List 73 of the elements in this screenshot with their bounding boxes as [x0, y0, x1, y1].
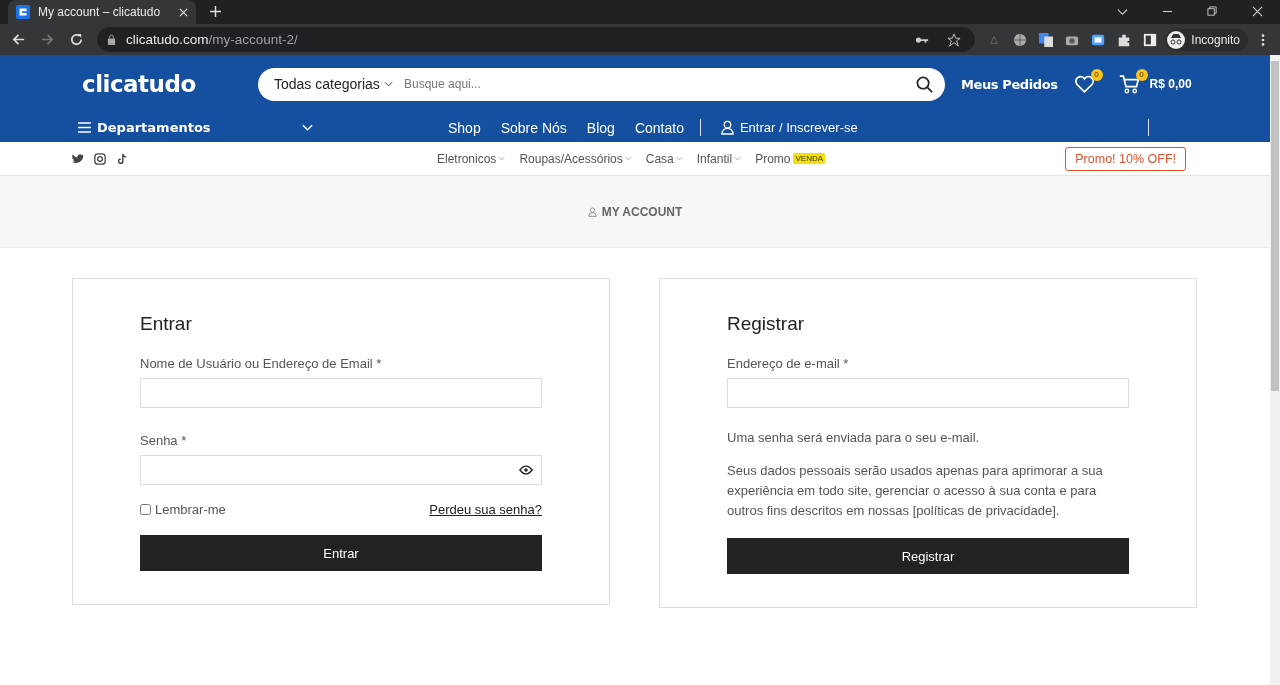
screen-icon[interactable]: [1091, 32, 1106, 47]
browser-tab[interactable]: My account – clicatudo: [8, 0, 196, 24]
password-field[interactable]: [140, 455, 542, 485]
sale-tag: VENDA: [793, 153, 826, 164]
cart-count: 0: [1135, 69, 1148, 81]
chevron-down-icon: [734, 156, 742, 161]
category-link[interactable]: Promo: [755, 151, 791, 166]
search-icon[interactable]: [916, 75, 933, 93]
nav-link[interactable]: Blog: [586, 119, 615, 136]
tiktok-icon[interactable]: [116, 152, 128, 165]
chevron-down-icon: [383, 81, 393, 87]
tab-title: My account – clicatudo: [38, 5, 161, 19]
incognito-icon: [1167, 30, 1186, 49]
puzzle-icon[interactable]: [1117, 32, 1132, 47]
category-select[interactable]: Todas categorias: [274, 76, 402, 92]
remember-checkbox[interactable]: [140, 504, 151, 515]
privacy-text: Seus dados pessoais serão usados apenas para aprimorar a sua experiência em todo site, gerenciar o acesso à sua conta e para outros fins descritos em nossas [políticas de privacidade].: [727, 462, 1104, 520]
nav-link[interactable]: Shop: [448, 119, 481, 136]
login-link[interactable]: Entrar / Inscrever-se: [739, 120, 858, 135]
category-link[interactable]: Roupas/Acessórios: [519, 151, 623, 166]
login-title: Entrar: [140, 313, 193, 335]
profile-button[interactable]: Incognito: [1165, 28, 1248, 51]
star-icon[interactable]: [947, 32, 962, 47]
category-link[interactable]: Eletronicos: [437, 151, 497, 166]
instagram-icon[interactable]: [94, 152, 106, 165]
site-logo[interactable]: clicatudo: [82, 71, 258, 97]
lock-icon: [107, 34, 116, 45]
field-label: Endereço de e-mail *: [727, 356, 850, 371]
site-logo-icon: [16, 5, 30, 19]
globe-icon[interactable]: [1013, 32, 1028, 47]
wishlist-count: 0: [1090, 69, 1103, 81]
close-icon[interactable]: [179, 7, 188, 17]
nav-link[interactable]: Sobre Nós: [500, 119, 567, 136]
chevron-down-icon[interactable]: [302, 124, 313, 131]
forgot-password-link[interactable]: Perdeu sua senha?: [429, 502, 542, 517]
cart-icon[interactable]: [1118, 74, 1140, 94]
translate-icon[interactable]: [1039, 32, 1054, 47]
back-icon[interactable]: [11, 32, 26, 47]
new-tab-icon[interactable]: [210, 6, 221, 17]
password-note: Uma senha será enviada para o seu e-mail.: [727, 430, 981, 445]
register-title: Registrar: [727, 313, 806, 335]
promo-button[interactable]: Promo! 10% OFF!: [1065, 146, 1186, 171]
restore-icon[interactable]: [1207, 6, 1218, 17]
eye-icon[interactable]: [519, 465, 533, 475]
orders-link[interactable]: Meus Pedidos: [961, 76, 1058, 92]
cart-total: R$ 0,00: [1149, 77, 1192, 91]
chevron-down-icon[interactable]: [1117, 6, 1128, 17]
reload-icon[interactable]: [69, 32, 84, 47]
user-icon: [720, 120, 734, 135]
heart-icon[interactable]: [1073, 74, 1095, 94]
chevron-down-icon: [498, 156, 506, 161]
side-panel-icon[interactable]: [1143, 32, 1158, 47]
field-label: Nome de Usuário ou Endereço de Email *: [140, 356, 383, 371]
category-link[interactable]: Casa: [645, 151, 674, 166]
address-bar[interactable]: clicatudo.com/my-account-2/: [97, 27, 976, 52]
page-title: MY ACCOUNT: [601, 204, 683, 219]
chevron-down-icon: [624, 156, 632, 161]
register-button[interactable]: Registrar: [727, 538, 1129, 574]
twitter-icon[interactable]: [72, 152, 84, 165]
category-link[interactable]: Infantil: [696, 151, 733, 166]
chevron-down-icon: [675, 156, 683, 161]
departments-menu[interactable]: Departamentos: [97, 120, 211, 135]
user-icon: [587, 206, 597, 217]
forward-icon[interactable]: [40, 32, 55, 47]
search-field[interactable]: Todas categorias Busque aqui...: [258, 67, 945, 101]
email-field[interactable]: [727, 378, 1129, 408]
username-field[interactable]: [140, 378, 542, 408]
menu-icon[interactable]: [78, 122, 91, 133]
remember-label: Lembrar-me: [155, 502, 226, 517]
close-icon[interactable]: [1252, 6, 1263, 17]
login-button[interactable]: Entrar: [140, 535, 542, 571]
field-label: Senha *: [140, 433, 188, 448]
nav-link[interactable]: Contato: [634, 119, 684, 136]
